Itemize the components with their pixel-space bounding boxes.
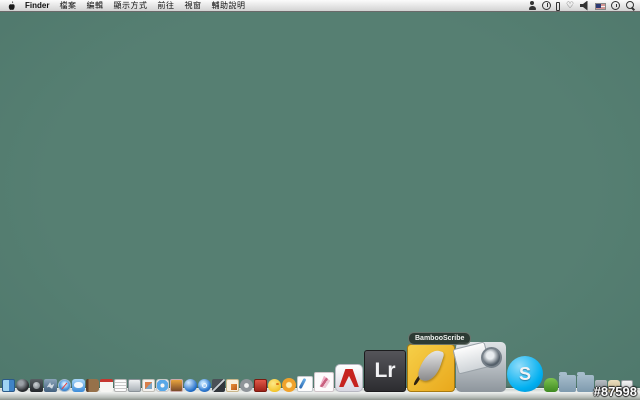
dock-icon-folder[interactable] xyxy=(577,372,594,392)
dock-icon-cyberduck[interactable] xyxy=(268,379,281,392)
dock-icon-grey-disc[interactable] xyxy=(240,379,253,392)
dock: Lr S xyxy=(2,342,638,392)
dock-icon-image-capture[interactable] xyxy=(456,342,506,392)
menu-item-1[interactable]: 編輯 xyxy=(86,0,103,11)
battery-icon[interactable] xyxy=(556,1,560,11)
menu-bar: Finder 檔案 編輯 顯示方式 前往 視窗 輔助說明 ♡ xyxy=(0,0,640,12)
dock-icon-red-app[interactable] xyxy=(254,379,267,392)
dock-icon-paint-app[interactable] xyxy=(297,376,313,392)
dock-icon-mail[interactable] xyxy=(44,379,57,392)
menu-items: 檔案 編輯 顯示方式 前往 視窗 輔助說明 xyxy=(59,0,255,11)
watermark-text: #87598 xyxy=(593,384,637,399)
dock-icon-calculator[interactable] xyxy=(128,379,141,392)
dock-icon-pink-fan-app[interactable] xyxy=(314,372,334,392)
dock-icon-green-figure[interactable] xyxy=(544,378,558,392)
dock-icon-iphoto[interactable] xyxy=(170,379,183,392)
menu-item-3[interactable]: 前往 xyxy=(157,0,174,11)
status-icons: ♡ xyxy=(527,0,635,11)
time-machine-icon[interactable] xyxy=(542,1,551,10)
menu-item-5[interactable]: 輔助說明 xyxy=(211,0,245,11)
dock-icon-ink-pen[interactable] xyxy=(212,379,225,392)
dock-icons: Lr S xyxy=(2,342,638,392)
dock-icon-itunes[interactable] xyxy=(156,379,169,392)
dock-icon-textedit[interactable] xyxy=(114,379,127,392)
dock-icon-adobe-reader[interactable] xyxy=(335,364,363,392)
dock-icon-preview[interactable] xyxy=(142,379,155,392)
active-app-name[interactable]: Finder xyxy=(25,1,49,10)
dock-icon-bamboo-scribe[interactable] xyxy=(407,344,455,392)
dock-icon-blue-sphere[interactable] xyxy=(184,379,197,392)
dock-icon-finder[interactable] xyxy=(2,379,15,392)
dock-icon-label: S xyxy=(518,363,531,384)
dock-icon-safari[interactable] xyxy=(58,379,71,392)
input-flag-us-icon[interactable] xyxy=(595,2,606,10)
volume-icon[interactable] xyxy=(580,0,588,11)
user-icon[interactable] xyxy=(527,0,537,11)
dock-icon-image-editor[interactable] xyxy=(226,379,239,392)
menu-item-0[interactable]: 檔案 xyxy=(59,0,76,11)
menu-item-4[interactable]: 視窗 xyxy=(184,0,201,11)
dock-icon-ical[interactable] xyxy=(100,379,113,392)
clock-icon[interactable] xyxy=(611,1,620,10)
heart-icon[interactable]: ♡ xyxy=(565,1,575,11)
dock-icon-quicktime[interactable] xyxy=(198,379,211,392)
dock-icon-dashboard[interactable] xyxy=(16,379,29,392)
dock-tooltip: BambooScribe xyxy=(408,332,472,345)
dock-icon-photo-booth[interactable] xyxy=(30,379,43,392)
apple-menu[interactable] xyxy=(7,0,16,11)
dock-icon-folder[interactable] xyxy=(559,372,576,392)
dock-icon-lightroom[interactable]: Lr xyxy=(364,350,406,392)
dock-icon-ichat[interactable] xyxy=(72,379,85,392)
dock-icon-flower-app[interactable] xyxy=(282,378,296,392)
apple-logo-icon xyxy=(8,0,15,10)
spotlight-icon[interactable] xyxy=(625,0,635,11)
dock-icon-skype[interactable]: S xyxy=(507,356,543,392)
dock-icon-address-book[interactable] xyxy=(86,379,99,392)
dock-icon-label: Lr xyxy=(374,359,396,382)
menu-item-2[interactable]: 顯示方式 xyxy=(113,0,147,11)
